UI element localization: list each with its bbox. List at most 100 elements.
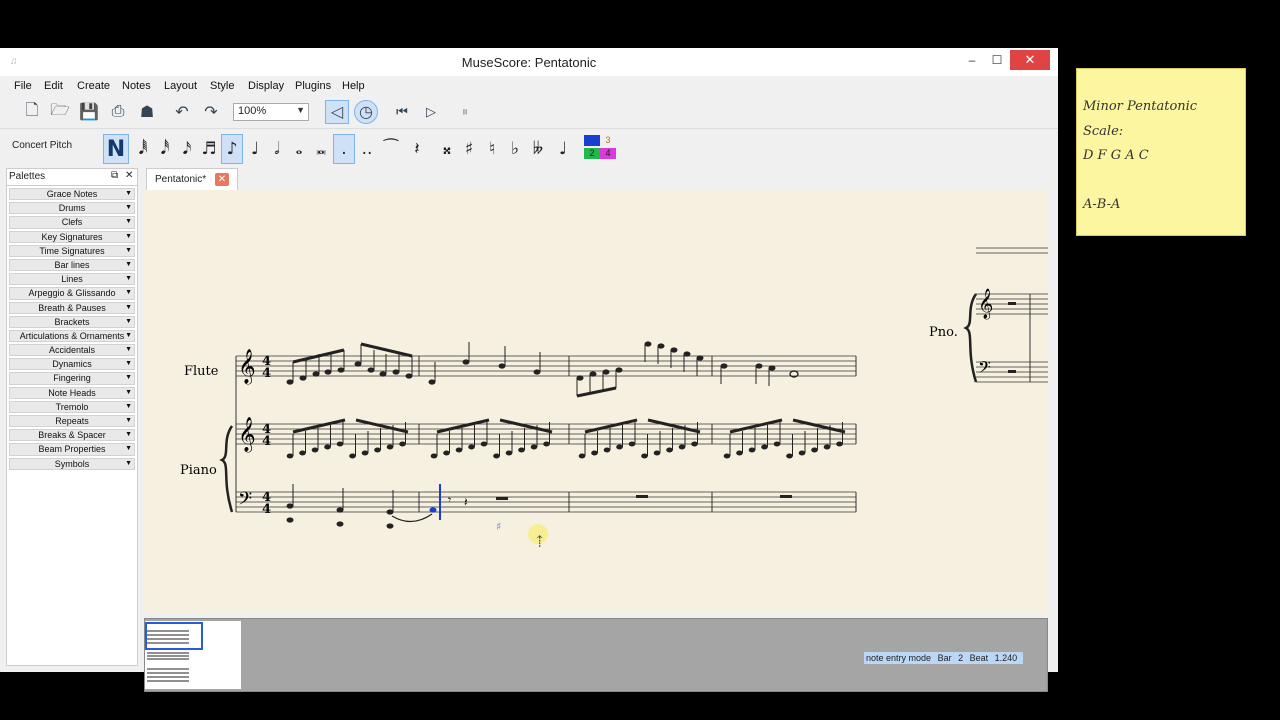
chevron-down-icon: ▼ (125, 388, 132, 396)
palette-item[interactable]: Fingering ▼ (9, 372, 135, 385)
maximize-button[interactable]: ☐ (986, 50, 1008, 70)
notehead (493, 453, 500, 459)
palette-item[interactable]: Time Signatures ▼ (9, 244, 135, 257)
double-sharp-icon[interactable]: 𝄪 (436, 134, 458, 164)
metronome-icon[interactable]: ◷ (354, 100, 378, 124)
palette-item[interactable]: Arpeggio & Glissando ▼ (9, 287, 135, 300)
palette-item[interactable]: Drums ▼ (9, 202, 135, 215)
palette-item[interactable]: Lines ▼ (9, 273, 135, 286)
duration-32nd-icon[interactable]: 𝅘𝅥𝅯 (176, 134, 198, 164)
palette-item[interactable]: Accidentals ▼ (9, 344, 135, 357)
palette-item[interactable]: Articulations & Ornaments ▼ (9, 329, 135, 343)
duration-64th-icon[interactable]: 𝅘𝅥𝅰 (154, 134, 176, 164)
duration-half-icon[interactable]: 𝅗𝅥 (266, 134, 288, 164)
score-canvas[interactable]: Flute Piano Pno. 4 4 4 4 4 4 𝄞 𝄞 𝄢 𝄾 𝄽 ♯ ⇡ 𝄞 𝄢 (144, 190, 1048, 614)
natural-icon[interactable]: ♮ (481, 134, 503, 164)
note-input-mode-button[interactable]: N (103, 134, 129, 164)
double-flat-icon[interactable]: 𝄫 (527, 134, 549, 164)
notehead (644, 341, 652, 347)
palette-item[interactable]: Bar lines ▼ (9, 258, 135, 272)
zoom-select[interactable]: 100% ▼ (233, 103, 309, 121)
duration-whole-icon[interactable]: 𝅝 (288, 134, 310, 164)
menu-style[interactable]: Style (210, 80, 234, 92)
status-bar-value: 2 (958, 653, 964, 663)
notehead (336, 507, 344, 513)
palette-item[interactable]: Tremolo ▼ (9, 400, 135, 413)
new-file-icon[interactable]: 🗋 (20, 100, 44, 124)
save-icon[interactable]: 💾 (77, 100, 101, 124)
double-dot-icon[interactable]: .. (356, 134, 378, 164)
palette-item[interactable]: Dynamics ▼ (9, 358, 135, 371)
upload-icon[interactable]: ☗ (135, 100, 159, 124)
palette-item[interactable]: Breath & Pauses ▼ (9, 301, 135, 314)
menu-edit[interactable]: Edit (44, 80, 63, 92)
rewind-icon[interactable]: ⏮ (390, 100, 414, 124)
score-svg[interactable]: Flute Piano Pno. 4 4 4 4 4 4 𝄞𝄞𝄢 𝄾 𝄽♯⇡𝄞𝄢 (144, 190, 1048, 614)
concert-pitch-button[interactable]: Concert Pitch (12, 140, 72, 151)
duration-quarter-icon[interactable]: ♩ (244, 134, 266, 164)
status-bar-label: Bar (937, 653, 952, 663)
augmentation-dot-icon[interactable]: . (333, 134, 355, 164)
menu-plugins[interactable]: Plugins (295, 80, 331, 92)
duration-breve-icon[interactable]: 𝅜 (310, 134, 332, 164)
voice-1-button[interactable]: 1 (584, 135, 600, 146)
palette-header: Palettes ⧉ ✕ (7, 169, 137, 186)
speaker-icon[interactable]: ◁ (325, 100, 349, 124)
palette-item[interactable]: Brackets ▼ (9, 315, 135, 328)
pause-icon[interactable]: ⏸ (453, 100, 477, 124)
notehead (374, 447, 381, 453)
menu-display[interactable]: Display (248, 80, 284, 92)
redo-icon[interactable]: ↷ (199, 100, 223, 124)
print-icon[interactable]: ⎙ (106, 100, 130, 124)
open-file-icon[interactable]: 🗁 (48, 100, 72, 124)
palette-item[interactable]: Repeats ▼ (9, 415, 135, 428)
rest-icon[interactable]: 𝄽 (406, 134, 428, 164)
palette-item[interactable]: Breaks & Spacer ▼ (9, 429, 135, 442)
duration-128th-icon[interactable]: 𝅘𝅥𝅱 (132, 134, 154, 164)
close-icon[interactable]: ✕ (215, 173, 229, 186)
undo-icon[interactable]: ↶ (170, 100, 194, 124)
voice-2-button[interactable]: 2 (584, 148, 600, 159)
palette-item[interactable]: Beam Properties ▼ (9, 443, 135, 456)
minimize-button[interactable]: – (960, 50, 984, 70)
close-icon[interactable]: ✕ (125, 170, 133, 181)
beam (584, 418, 638, 434)
chevron-down-icon: ▼ (125, 445, 132, 453)
palette-item-label: Bar lines (54, 259, 90, 270)
chevron-down-icon: ▼ (125, 246, 132, 254)
palette-panel: Palettes ⧉ ✕ Grace Notes ▼ Drums ▼ Clefs ▼ Key… (6, 168, 138, 666)
notehead (773, 441, 781, 447)
duration-16th-icon[interactable]: ♬ (198, 134, 220, 164)
chevron-down-icon: ▼ (125, 260, 132, 268)
notehead (399, 441, 406, 447)
notehead (683, 351, 691, 357)
voice-4-button[interactable]: 4 (600, 148, 616, 159)
palette-item[interactable]: Clefs ▼ (9, 216, 135, 229)
palette-item-label: Note Heads (48, 387, 96, 398)
notehead (615, 367, 623, 373)
duration-eighth-icon[interactable]: ♪ (221, 134, 243, 164)
menu-file[interactable]: File (14, 80, 32, 92)
notehead (286, 503, 294, 509)
sharp-icon[interactable]: ♯ (458, 134, 480, 164)
tab-pentatonic[interactable]: Pentatonic* ✕ (146, 168, 238, 190)
notehead (768, 365, 776, 371)
palette-item[interactable]: Note Heads ▼ (9, 386, 135, 399)
tie-icon[interactable]: ⁀ (380, 134, 402, 164)
palette-item[interactable]: Key Signatures ▼ (9, 230, 135, 243)
flip-direction-icon[interactable]: ♩ (552, 134, 574, 164)
voice-3-button[interactable]: 3 (600, 135, 616, 146)
palette-item[interactable]: Symbols ▼ (9, 457, 135, 470)
undock-icon[interactable]: ⧉ (111, 170, 118, 181)
menu-create[interactable]: Create (77, 80, 110, 92)
flat-icon[interactable]: ♭ (504, 134, 526, 164)
play-icon[interactable]: ▷ (419, 100, 443, 124)
menu-notes[interactable]: Notes (122, 80, 151, 92)
menu-layout[interactable]: Layout (164, 80, 197, 92)
navigator-page-thumbnail[interactable] (145, 621, 241, 689)
menu-help[interactable]: Help (342, 80, 365, 92)
palette-item-label: Tremolo (55, 401, 89, 412)
notehead (468, 444, 475, 450)
close-button[interactable]: ✕ (1010, 50, 1050, 70)
palette-item[interactable]: Grace Notes ▼ (9, 188, 135, 201)
